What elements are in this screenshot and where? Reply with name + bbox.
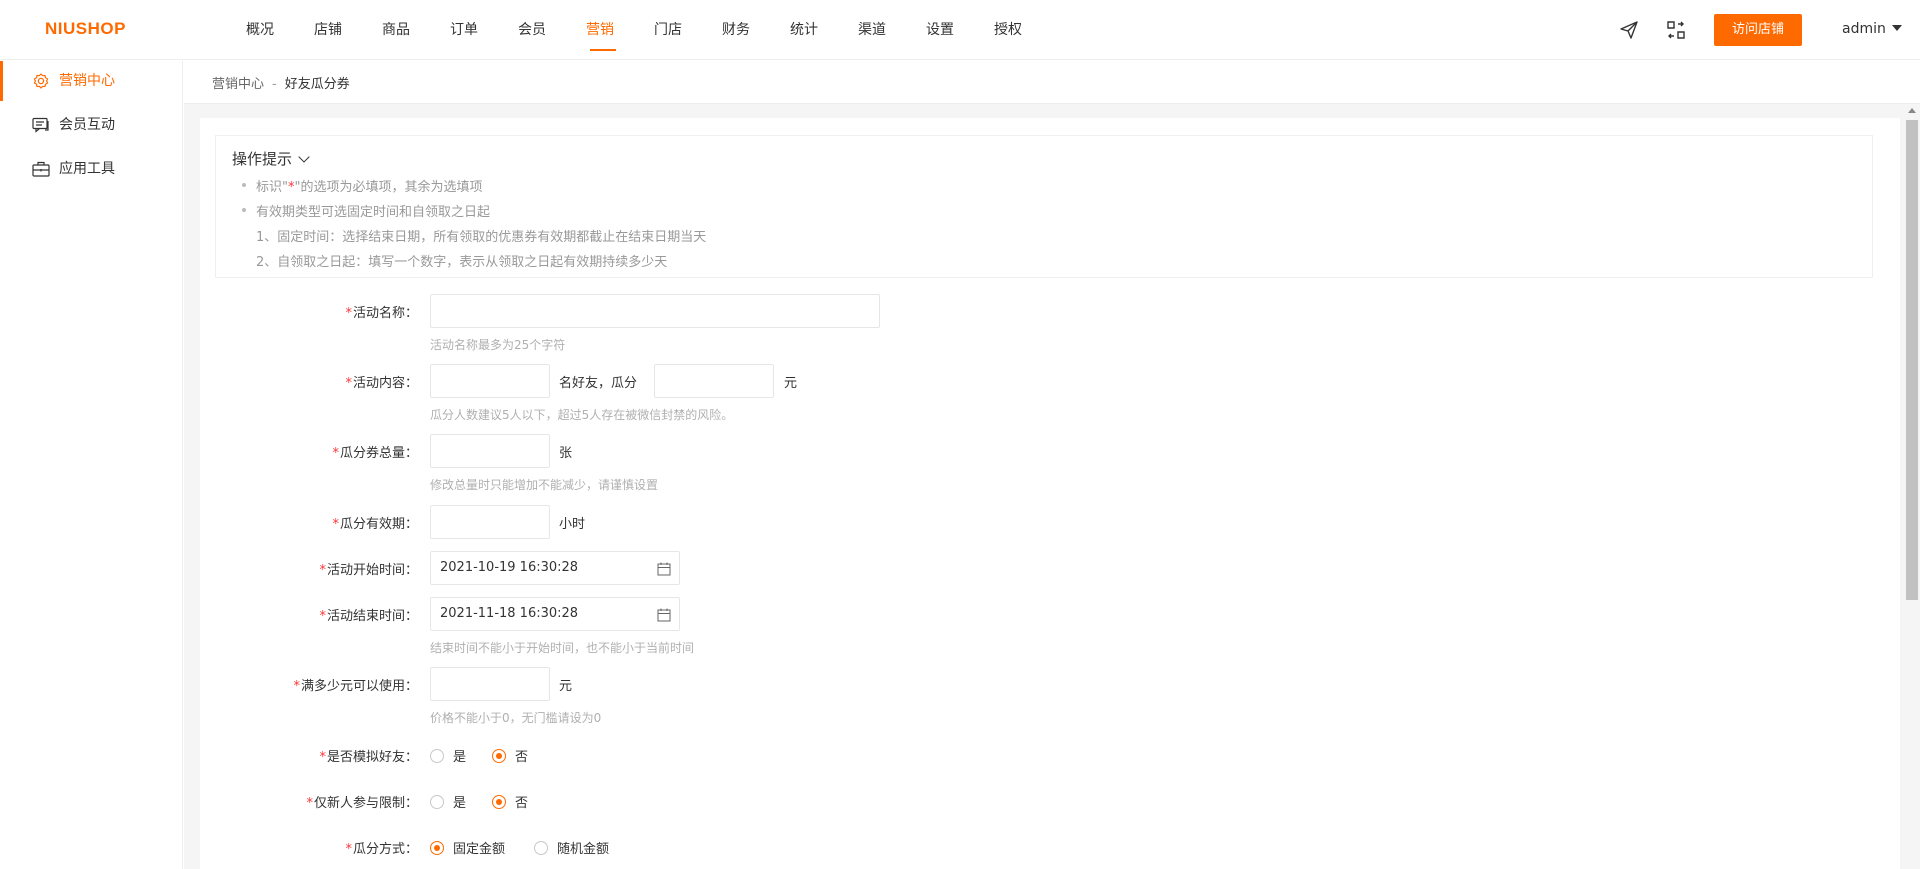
- start-time-picker[interactable]: 2021-10-19 16:30:28: [430, 551, 680, 585]
- threshold-input[interactable]: [430, 667, 550, 701]
- activity-name-label: *活动名称：: [345, 306, 418, 321]
- breadcrumb-separator: -: [272, 77, 277, 92]
- sidebar-item-app-tools[interactable]: 应用工具: [0, 149, 183, 189]
- friend-count-input[interactable]: [430, 364, 550, 398]
- nav-item-channels[interactable]: 渠道: [838, 0, 906, 60]
- coupon-total-label: *瓜分券总量：: [332, 446, 418, 461]
- tip-line: 有效期类型可选固定时间和自领取之日起: [241, 201, 490, 220]
- tip-line: 1、固定时间：选择结束日期，所有领取的优惠券有效期都截止在结束日期当天: [256, 230, 707, 245]
- simulate-friends-label: *是否模拟好友：: [319, 750, 418, 765]
- nav-item-marketing[interactable]: 营销: [566, 0, 634, 60]
- tips-title: 操作提示: [232, 150, 293, 168]
- end-time-value: 2021-11-18 16:30:28: [440, 606, 579, 621]
- send-icon[interactable]: [1619, 20, 1639, 40]
- start-time-label: *活动开始时间：: [319, 563, 418, 578]
- nav-item-finance[interactable]: 财务: [702, 0, 770, 60]
- coupon-total-unit: 张: [559, 446, 573, 461]
- split-validity-unit: 小时: [559, 517, 586, 532]
- coupon-total-input[interactable]: [430, 434, 550, 468]
- random-amount-radio[interactable]: 随机金额: [534, 838, 609, 857]
- threshold-hint: 价格不能小于0，无门槛请设为0: [430, 711, 602, 725]
- nav-item-members[interactable]: 会员: [498, 0, 566, 60]
- main-nav: 概况 店铺 商品 订单 会员 营销 门店 财务 统计 渠道 设置 授权: [226, 0, 1042, 60]
- coupon-total-hint: 修改总量时只能增加不能减少，请谨慎设置: [430, 478, 659, 492]
- breadcrumb-current: 好友瓜分券: [284, 77, 350, 92]
- sidebar-item-member-interaction[interactable]: 会员互动: [0, 105, 183, 145]
- simulate-yes-radio[interactable]: 是: [430, 746, 466, 765]
- split-validity-input[interactable]: [430, 505, 550, 539]
- radio-circle: [492, 748, 506, 763]
- end-time-label: *活动结束时间：: [319, 609, 418, 624]
- briefcase-icon: [32, 161, 50, 177]
- calendar-icon: [657, 608, 671, 622]
- sidebar-item-label: 会员互动: [59, 117, 115, 133]
- scroll-up-icon[interactable]: [1908, 108, 1916, 113]
- simulate-no-radio[interactable]: 否: [492, 746, 528, 765]
- radio-circle: [492, 794, 506, 809]
- split-amount-input[interactable]: [654, 364, 774, 398]
- activity-content-hint: 瓜分人数建议5人以下，超过5人存在被微信封禁的风险。: [430, 408, 734, 422]
- tips-toggle[interactable]: 操作提示: [232, 148, 310, 169]
- fixed-amount-radio[interactable]: 固定金额: [430, 838, 505, 857]
- end-time-hint: 结束时间不能小于开始时间，也不能小于当前时间: [430, 641, 695, 655]
- radio-circle: [430, 840, 444, 855]
- breadcrumb-bar: 营销中心 - 好友瓜分券: [184, 61, 1920, 104]
- sidebar-item-marketing-center[interactable]: 营销中心: [0, 61, 183, 101]
- user-menu[interactable]: admin: [1842, 21, 1902, 37]
- threshold-unit: 元: [559, 679, 573, 694]
- start-time-value: 2021-10-19 16:30:28: [440, 560, 579, 575]
- switch-icon[interactable]: [1666, 20, 1686, 40]
- threshold-label: *满多少元可以使用：: [293, 679, 418, 694]
- newcomer-limit-label: *仅新人参与限制：: [306, 796, 418, 811]
- content-mid-text: 名好友，瓜分: [559, 376, 638, 391]
- visit-store-button[interactable]: 访问店铺: [1714, 14, 1802, 46]
- content-unit: 元: [784, 376, 798, 391]
- nav-item-orders[interactable]: 订单: [430, 0, 498, 60]
- top-header: NIUSHOP 概况 店铺 商品 订单 会员 营销 门店 财务 统计 渠道 设置…: [0, 0, 1920, 60]
- end-time-picker[interactable]: 2021-11-18 16:30:28: [430, 597, 680, 631]
- calendar-icon: [657, 562, 671, 576]
- tip-line: 2、自领取之日起：填写一个数字，表示从领取之日起有效期持续多少天: [256, 255, 668, 270]
- caret-down-icon: [1891, 25, 1902, 31]
- nav-item-overview[interactable]: 概况: [226, 0, 294, 60]
- logo[interactable]: NIUSHOP: [45, 19, 126, 39]
- tip-line: 标识"*"的选项为必填项，其余为选填项: [241, 176, 482, 195]
- radio-circle: [430, 794, 444, 809]
- scrollbar-thumb[interactable]: [1906, 120, 1918, 600]
- nav-item-store[interactable]: 店铺: [294, 0, 362, 60]
- sidebar: 营销中心 会员互动 应用工具: [0, 61, 183, 869]
- newcomer-no-radio[interactable]: 否: [492, 792, 528, 811]
- nav-item-stats[interactable]: 统计: [770, 0, 838, 60]
- breadcrumb: 营销中心 - 好友瓜分券: [212, 73, 350, 92]
- operation-tips: 操作提示 标识"*"的选项为必填项，其余为选填项 有效期类型可选固定时间和自领取…: [215, 135, 1873, 278]
- split-validity-label: *瓜分有效期：: [332, 517, 418, 532]
- radio-circle: [430, 748, 444, 763]
- activity-name-input[interactable]: [430, 294, 880, 328]
- nav-item-license[interactable]: 授权: [974, 0, 1042, 60]
- activity-content-label: *活动内容：: [345, 376, 418, 391]
- gear-icon: [33, 73, 49, 89]
- split-mode-label: *瓜分方式：: [345, 842, 418, 857]
- newcomer-yes-radio[interactable]: 是: [430, 792, 466, 811]
- radio-circle: [534, 840, 548, 855]
- nav-item-shops[interactable]: 门店: [634, 0, 702, 60]
- chat-icon: [32, 117, 49, 133]
- sidebar-item-label: 营销中心: [59, 73, 115, 89]
- breadcrumb-parent[interactable]: 营销中心: [212, 77, 264, 92]
- user-name: admin: [1842, 21, 1886, 37]
- chevron-down-icon: [298, 151, 310, 163]
- sidebar-item-label: 应用工具: [59, 161, 115, 177]
- nav-item-goods[interactable]: 商品: [362, 0, 430, 60]
- activity-name-hint: 活动名称最多为25个字符: [430, 338, 566, 352]
- nav-item-settings[interactable]: 设置: [906, 0, 974, 60]
